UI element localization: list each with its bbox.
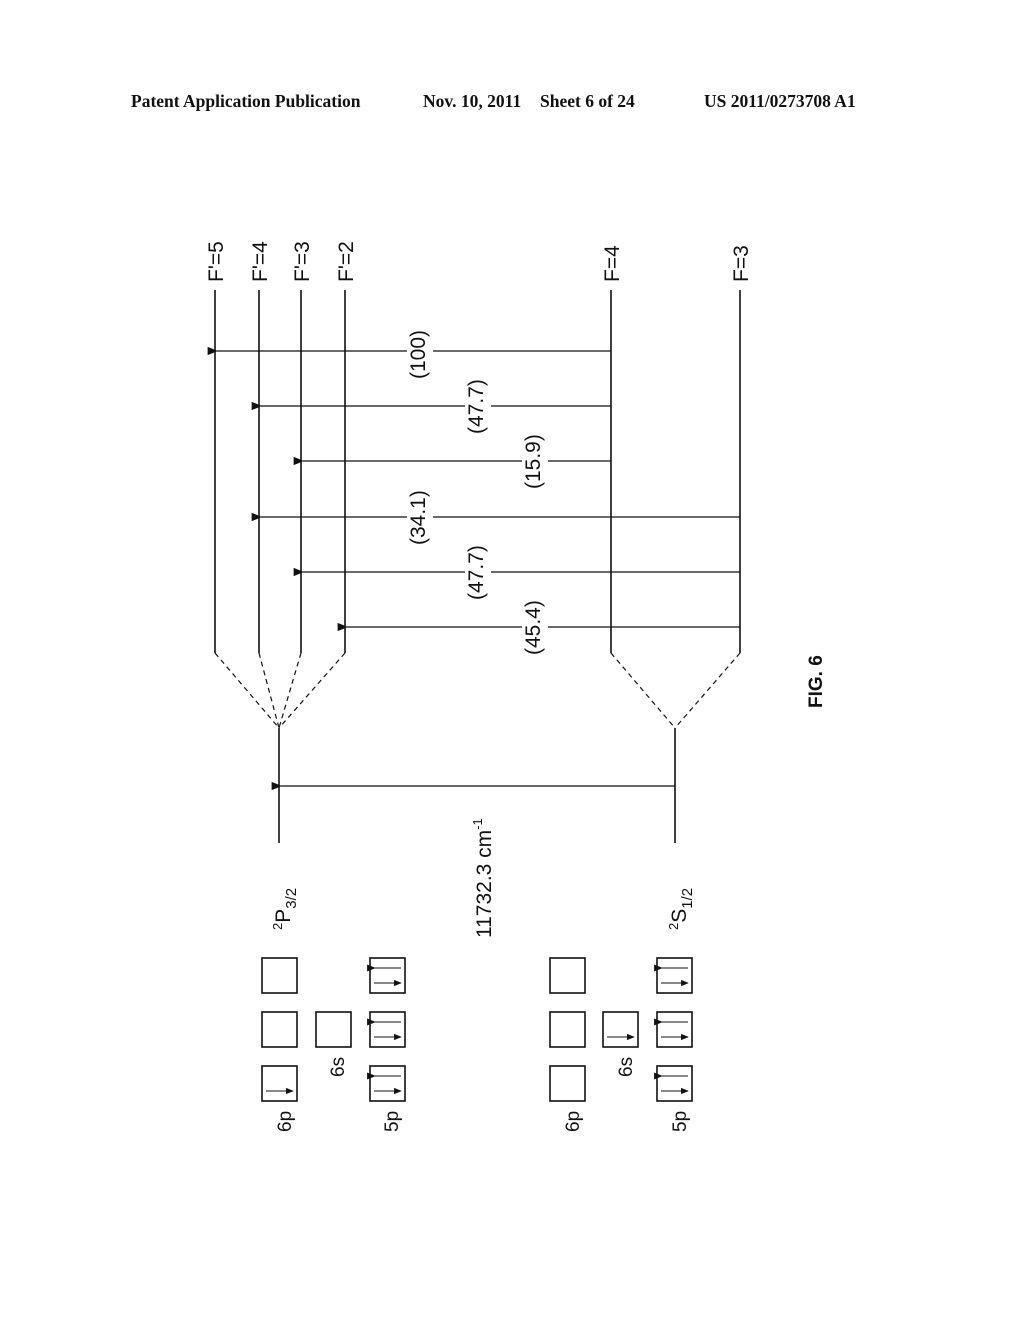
level-label: F'=3 (291, 241, 314, 282)
figure-label: FIG. 6 (806, 655, 827, 708)
transition-label: (45.4) (522, 600, 545, 655)
orbital-box-6p (261, 1065, 298, 1102)
split-dash (278, 652, 346, 729)
level-label: F'=5 (205, 241, 228, 282)
orbital-box-6s (315, 1011, 352, 1048)
orbital-box-5p (656, 1011, 693, 1048)
orbital-box-6p (261, 957, 298, 994)
orbital-label-5p-lower: 5p (670, 1111, 691, 1132)
transition-label: (47.7) (465, 545, 488, 600)
orbital-label-6p-lower: 6p (563, 1111, 584, 1132)
split-dash (674, 652, 741, 729)
level-label: F=4 (601, 245, 624, 282)
transition-label: (15.9) (522, 434, 545, 489)
orbital-box-5p (369, 1011, 406, 1048)
orbital-box-5p (369, 957, 406, 994)
transition-label: (47.7) (465, 379, 488, 434)
energy-level-diagram: (100) (47.7) (15.9) (34.1) (47.7) (45.4) F'=5… (205, 241, 827, 1132)
level-label: F=3 (730, 245, 753, 282)
split-dash (610, 652, 676, 729)
main-transition-label: 11732.3 cm-1 (470, 818, 496, 938)
level-label: F'=2 (335, 241, 358, 282)
orbital-box-6p (549, 957, 586, 994)
orbital-box-6p (549, 1011, 586, 1048)
orbital-box-6p (549, 1065, 586, 1102)
orbital-box-5p (656, 957, 693, 994)
orbital-label-6s-upper: 6s (328, 1057, 349, 1077)
orbital-box-5p (656, 1065, 693, 1102)
lower-state-label: 2S1/2 (666, 888, 696, 930)
orbital-label-5p-upper: 5p (382, 1111, 403, 1132)
level-label: F'=4 (249, 241, 272, 282)
upper-state-label: 2P3/2 (270, 888, 300, 930)
orbital-label-6s-lower: 6s (616, 1057, 637, 1077)
split-dash (278, 652, 302, 729)
orbital-box-6s (602, 1011, 639, 1048)
orbital-box-5p (369, 1065, 406, 1102)
orbital-label-6p-upper: 6p (275, 1111, 296, 1132)
transition-label: (100) (407, 330, 430, 379)
transition-label: (34.1) (407, 490, 430, 545)
orbital-box-6p (261, 1011, 298, 1048)
